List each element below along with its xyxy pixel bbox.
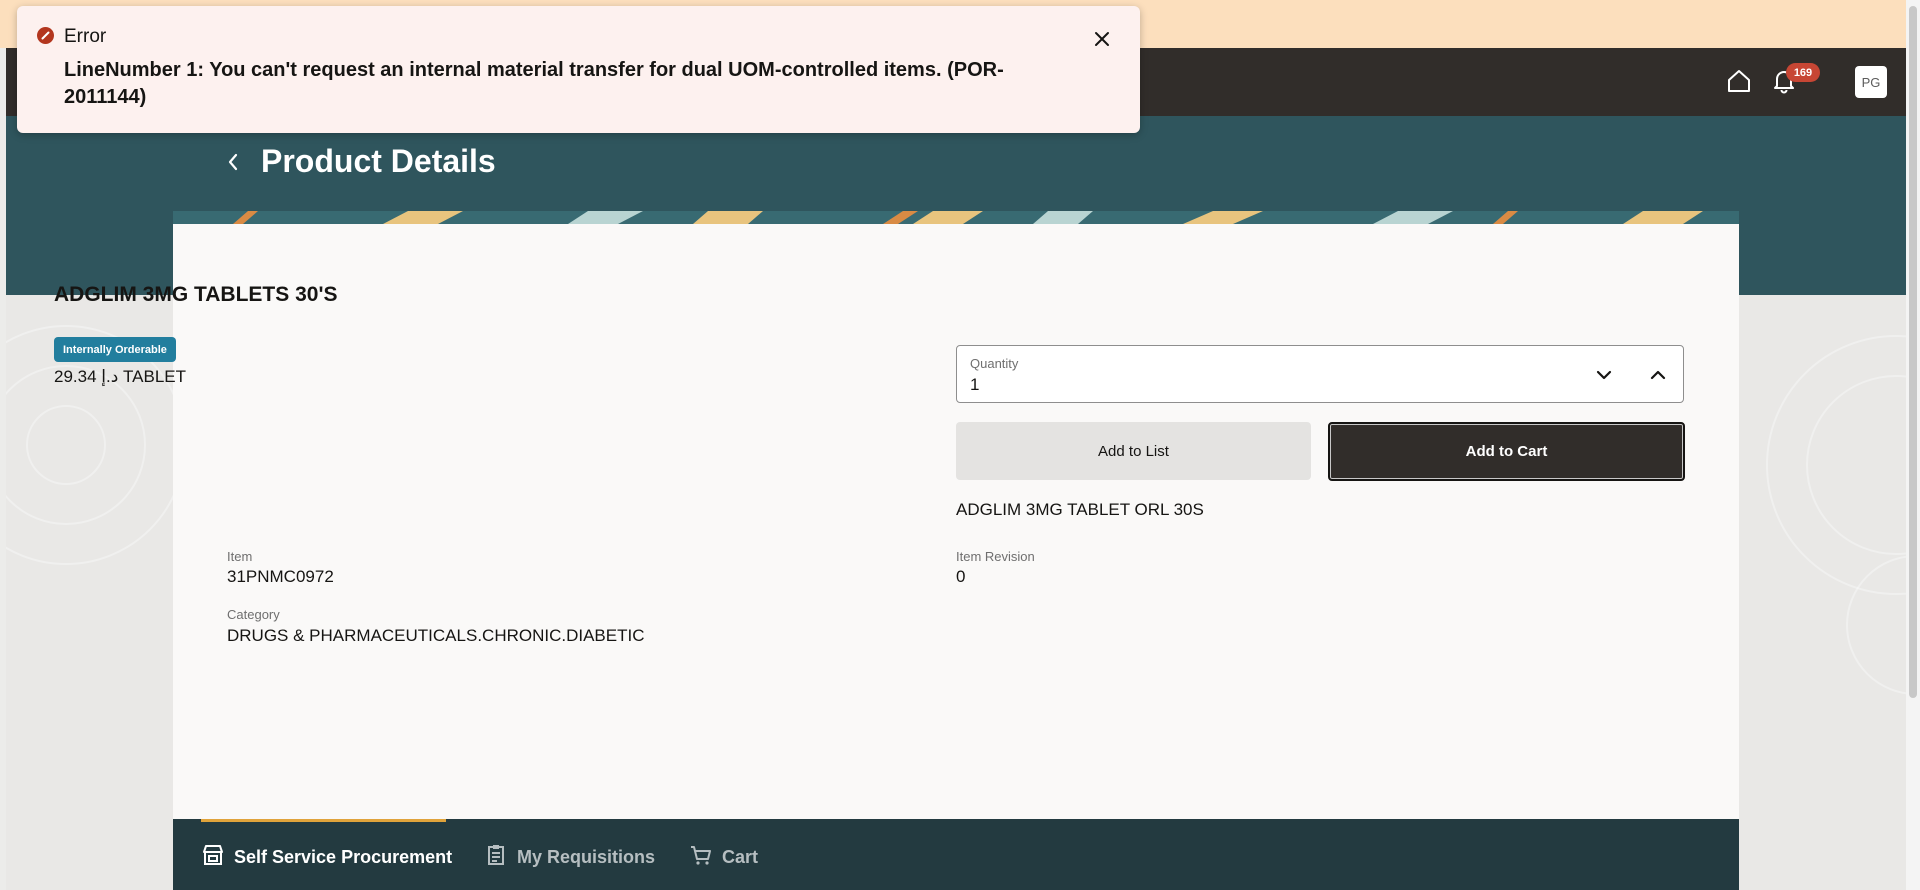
quantity-input[interactable]: 1	[970, 375, 979, 395]
item-description: ADGLIM 3MG TABLET ORL 30S	[956, 500, 1204, 519]
error-icon	[37, 27, 54, 44]
quantity-stepper[interactable]: Quantity 1	[956, 345, 1684, 403]
item-label: Item	[227, 549, 253, 564]
scrollbar-thumb[interactable]	[1909, 6, 1917, 698]
error-toast: Error LineNumber 1: You can't request an…	[17, 6, 1140, 133]
item-revision-label: Item Revision	[956, 549, 1035, 564]
toast-title: Error	[64, 26, 107, 47]
tab-cart[interactable]: Cart	[689, 842, 758, 872]
product-price: 29.34 د.إ TABLET	[54, 367, 186, 386]
tab-label: Self Service Procurement	[234, 846, 453, 867]
category-value: DRUGS & PHARMACEUTICALS.CHRONIC.DIABETIC	[227, 626, 645, 645]
back-chevron-icon[interactable]	[222, 149, 244, 175]
tab-label: Cart	[722, 846, 759, 867]
page-title: Product Details	[261, 143, 496, 179]
tab-label: My Requisitions	[517, 846, 656, 867]
home-icon[interactable]	[1724, 66, 1754, 96]
close-icon[interactable]	[1087, 24, 1117, 54]
tab-self-service-procurement[interactable]: Self Service Procurement	[201, 842, 452, 872]
increment-chevron-up-icon[interactable]	[1641, 358, 1675, 392]
page-scrollbar[interactable]	[1906, 0, 1920, 890]
notification-count-badge[interactable]: 169	[1786, 63, 1820, 82]
user-avatar[interactable]: PG	[1855, 66, 1887, 98]
decorative-banner	[173, 211, 1739, 224]
active-tab-indicator	[201, 819, 446, 822]
decrement-chevron-down-icon[interactable]	[1587, 358, 1621, 392]
product-name: ADGLIM 3MG TABLETS 30'S	[54, 283, 338, 306]
clipboard-icon	[484, 843, 508, 872]
store-icon	[201, 843, 225, 872]
add-to-cart-button[interactable]: Add to Cart	[1328, 422, 1685, 481]
item-number: 31PNMC0972	[227, 567, 334, 586]
toast-message: LineNumber 1: You can't request an inter…	[64, 59, 1004, 108]
cart-icon	[689, 843, 713, 872]
item-revision-value: 0	[956, 567, 966, 586]
internally-orderable-badge: Internally Orderable	[54, 337, 176, 362]
quantity-label: Quantity	[970, 356, 1019, 371]
add-to-list-button[interactable]: Add to List	[956, 422, 1311, 480]
tab-my-requisitions[interactable]: My Requisitions	[484, 842, 655, 872]
category-label: Category	[227, 607, 280, 622]
